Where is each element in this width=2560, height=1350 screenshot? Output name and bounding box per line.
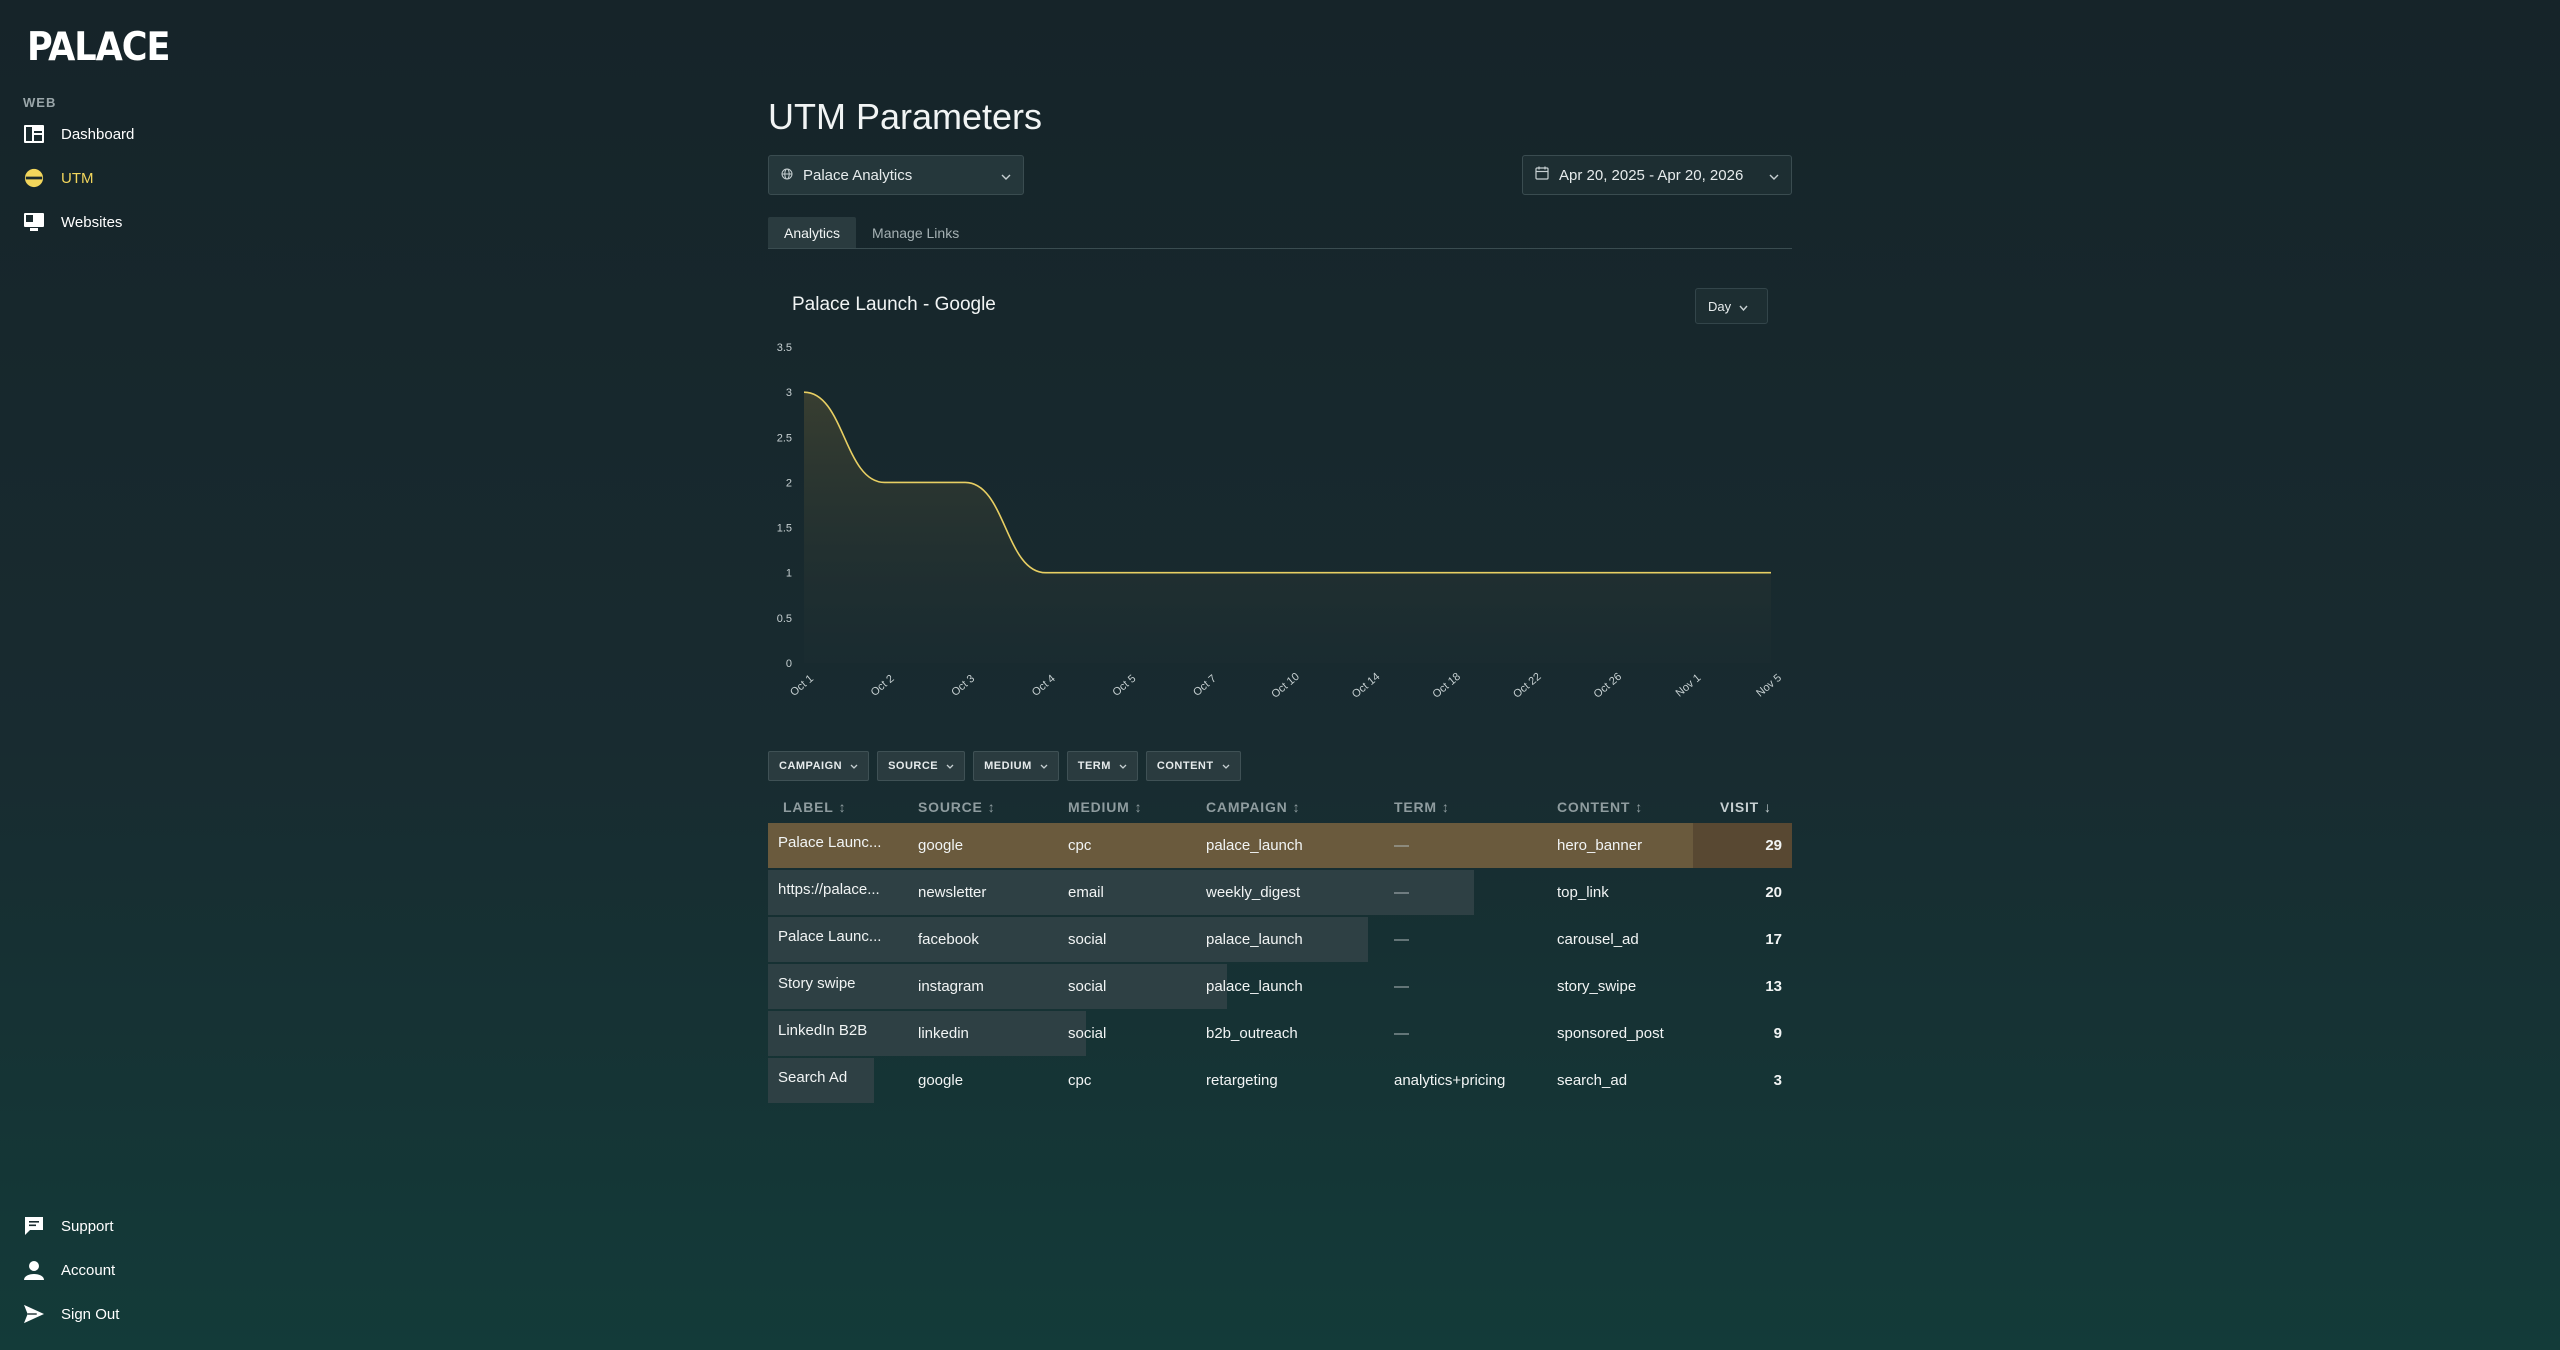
table-row[interactable]: Palace Launc... facebook social palace_l… <box>768 917 1792 964</box>
chart-y-axis: 0 0.5 1 1.5 2 2.5 3 3.5 <box>777 342 792 670</box>
y-tick-label: 3.5 <box>777 342 792 354</box>
filter-source[interactable]: SOURCE <box>877 751 966 781</box>
sidebar-item-websites[interactable]: Websites <box>24 207 122 237</box>
sidebar-item-sign-out[interactable]: Sign Out <box>24 1299 119 1329</box>
y-tick-label: 1 <box>786 568 792 580</box>
sort-desc-icon: ↓ <box>1764 799 1772 815</box>
filter-term[interactable]: TERM <box>1066 751 1138 781</box>
chart-area <box>803 391 1772 663</box>
x-tick-label: Oct 26 <box>1592 671 1625 701</box>
column-header-visit[interactable]: VISIT ↓ <box>1720 799 1772 815</box>
website-select[interactable]: Palace Analytics <box>768 155 1024 195</box>
send-icon <box>24 1304 44 1324</box>
x-tick-label: Nov 1 <box>1674 672 1704 700</box>
chevron-down-icon <box>1119 760 1127 772</box>
x-tick-label: Nov 5 <box>1754 672 1784 700</box>
table-row[interactable]: LinkedIn B2B linkedin social b2b_outreac… <box>768 1011 1792 1058</box>
chevron-down-icon <box>1769 167 1779 184</box>
filter-bar: CAMPAIGN SOURCE MEDIUM TERM CONTENT <box>768 751 1241 781</box>
sidebar: PALACE WEB Dashboard UTM Websites Suppor… <box>0 0 260 1350</box>
x-tick-label: Oct 4 <box>1030 673 1058 699</box>
visits-chart: 00.511.522.533.5 Oct 1 Oct 2 Oct 3 Oct 4 Oct… <box>777 342 1784 701</box>
y-tick-label: 2 <box>786 477 792 489</box>
filter-content[interactable]: CONTENT <box>1145 751 1241 781</box>
sidebar-item-dashboard[interactable]: Dashboard <box>24 119 134 149</box>
tab-manage-links[interactable]: Manage Links <box>856 217 975 248</box>
interval-select-value: Day <box>1708 298 1732 314</box>
sort-icon: ↕ <box>1441 799 1450 815</box>
x-tick-label: Oct 18 <box>1430 671 1463 701</box>
chevron-down-icon <box>1001 167 1011 184</box>
dashboard-icon <box>24 124 44 144</box>
column-header-content[interactable]: CONTENT ↕ <box>1557 799 1643 815</box>
x-tick-label: Oct 3 <box>949 673 977 699</box>
chart-title: Palace Launch - Google <box>792 294 996 315</box>
sidebar-item-utm[interactable]: UTM <box>24 163 94 193</box>
table-row[interactable]: https://palace... newsletter email weekl… <box>768 870 1792 917</box>
y-tick-label: 1.5 <box>777 523 792 535</box>
table-row[interactable]: Palace Launc... google cpc palace_launch… <box>768 823 1792 870</box>
y-tick-label: 2.5 <box>777 432 792 444</box>
page-title: UTM Parameters <box>768 96 1043 137</box>
x-tick-label: Oct 14 <box>1350 671 1383 701</box>
chevron-down-icon <box>1040 760 1048 772</box>
calendar-icon <box>1535 166 1549 184</box>
chevron-down-icon <box>1739 299 1748 314</box>
column-header-medium[interactable]: MEDIUM ↕ <box>1068 799 1142 815</box>
sidebar-section-label: WEB <box>23 95 57 110</box>
chevron-down-icon <box>850 760 858 772</box>
chat-icon <box>24 1216 44 1236</box>
date-range-picker[interactable]: Apr 20, 2025 - Apr 20, 2026 <box>1522 155 1792 195</box>
date-range-value: Apr 20, 2025 - Apr 20, 2026 <box>1559 166 1744 184</box>
x-tick-label: Oct 1 <box>788 673 816 699</box>
chevron-down-icon <box>1222 760 1230 772</box>
tab-analytics[interactable]: Analytics <box>768 217 857 248</box>
filter-medium[interactable]: MEDIUM <box>973 751 1059 781</box>
x-tick-label: Oct 10 <box>1269 671 1302 701</box>
table-row[interactable]: Search Ad google cpc retargeting analyti… <box>768 1058 1792 1105</box>
y-tick-label: 0.5 <box>777 613 792 625</box>
chevron-down-icon <box>946 760 954 772</box>
website-select-value: Palace Analytics <box>803 166 913 184</box>
column-header-source[interactable]: SOURCE ↕ <box>918 799 996 815</box>
table-row[interactable]: Story swipe instagram social palace_laun… <box>768 964 1792 1011</box>
interval-select[interactable]: Day <box>1695 288 1768 324</box>
x-tick-label: Oct 7 <box>1191 673 1219 699</box>
tab-bar: Analytics Manage Links <box>768 217 1792 249</box>
sort-icon: ↕ <box>1635 799 1644 815</box>
globe-icon <box>781 167 793 184</box>
user-icon <box>24 1260 44 1280</box>
y-tick-label: 3 <box>786 387 792 399</box>
x-tick-label: Oct 2 <box>869 673 897 699</box>
column-header-campaign[interactable]: CAMPAIGN ↕ <box>1206 799 1300 815</box>
palace-logo[interactable]: PALACE <box>27 28 171 67</box>
sort-icon: ↕ <box>1292 799 1301 815</box>
utm-table: LABEL ↕ SOURCE ↕ MEDIUM ↕ CAMPAIGN ↕ TERM ↕ C… <box>768 793 1792 1105</box>
table-header: LABEL ↕ SOURCE ↕ MEDIUM ↕ CAMPAIGN ↕ TERM ↕ C… <box>768 793 1792 823</box>
x-tick-label: Oct 5 <box>1110 673 1138 699</box>
sort-icon: ↕ <box>838 799 847 815</box>
chart-area-fill <box>804 392 1771 663</box>
column-header-label[interactable]: LABEL ↕ <box>783 799 846 815</box>
monitor-icon <box>24 212 44 232</box>
sort-icon: ↕ <box>1134 799 1143 815</box>
column-header-term[interactable]: TERM ↕ <box>1394 799 1450 815</box>
sort-icon: ↕ <box>987 799 996 815</box>
utm-icon <box>24 168 44 188</box>
sidebar-item-support[interactable]: Support <box>24 1211 114 1241</box>
y-tick-label: 0 <box>786 658 792 670</box>
filter-campaign[interactable]: CAMPAIGN <box>768 751 870 781</box>
chart-x-axis: Oct 1 Oct 2 Oct 3 Oct 4 Oct 5 Oct 7 Oct 10 Oct … <box>788 671 1784 701</box>
sidebar-item-account[interactable]: Account <box>24 1255 115 1285</box>
x-tick-label: Oct 22 <box>1511 671 1544 701</box>
